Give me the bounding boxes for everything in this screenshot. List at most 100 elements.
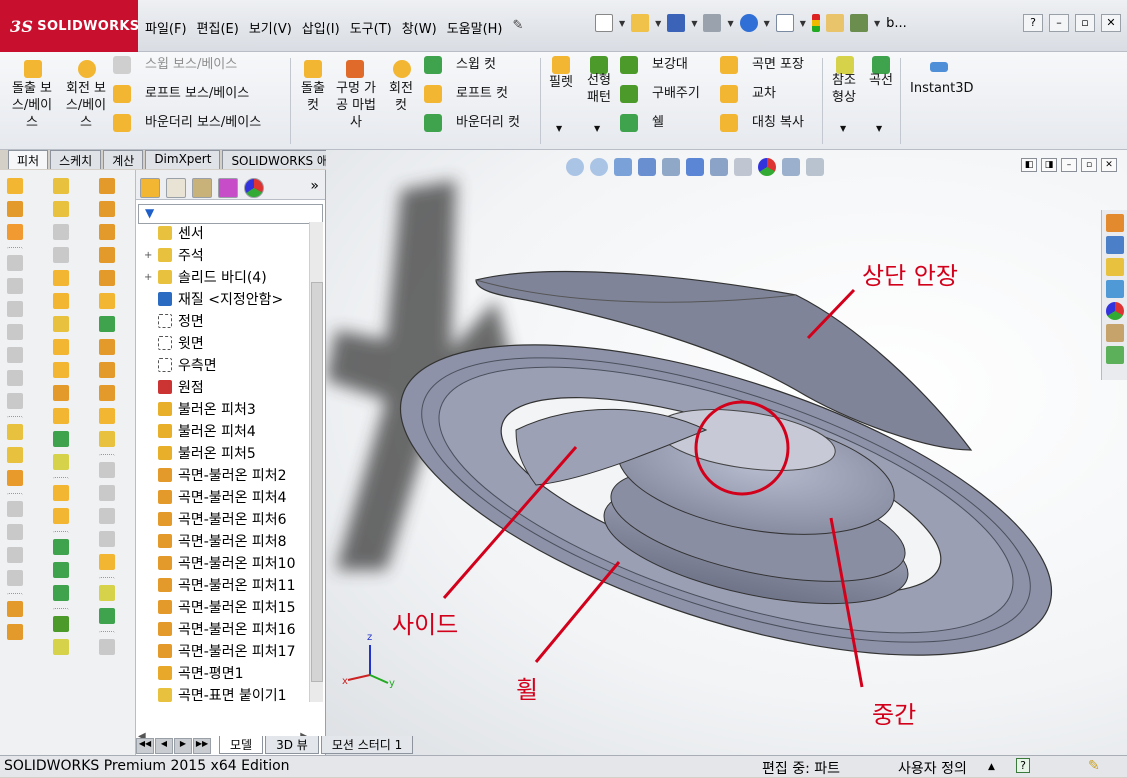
- tab-features[interactable]: 피처: [8, 150, 49, 169]
- tree-item[interactable]: + 솔리드 바디(4): [136, 266, 267, 288]
- undo-icon[interactable]: [739, 14, 758, 32]
- reference-point-icon[interactable]: [53, 639, 69, 655]
- zoom-to-fit-icon[interactable]: [566, 158, 584, 176]
- fillet-dropdown-icon[interactable]: ▼: [556, 120, 562, 137]
- refgeom-dropdown-icon[interactable]: ▼: [840, 120, 846, 137]
- tree-item[interactable]: + 주석: [136, 244, 204, 266]
- tree-item[interactable]: 곡면-표면 붙이기1: [136, 684, 287, 706]
- view-palette-icon[interactable]: [1106, 280, 1124, 298]
- knit-icon[interactable]: [53, 485, 69, 501]
- tree-item[interactable]: 재질 <지정안함>: [136, 288, 283, 310]
- pattern-icon[interactable]: [53, 616, 69, 632]
- tab-sketch[interactable]: 스케치: [50, 150, 102, 169]
- boundary-icon[interactable]: [7, 301, 23, 317]
- extruded-cut-button[interactable]: 돌출 컷: [296, 80, 330, 114]
- pin-icon[interactable]: ✎: [1088, 758, 1100, 774]
- menu-tools[interactable]: 도구(T): [345, 14, 397, 41]
- draft-icon[interactable]: [7, 324, 23, 340]
- thicken-icon[interactable]: [53, 408, 69, 424]
- viewport-split-icon[interactable]: ◨: [1041, 158, 1057, 172]
- parting-icon[interactable]: [99, 201, 115, 217]
- box-icon[interactable]: [99, 639, 115, 655]
- tree-filter[interactable]: ▼: [138, 204, 323, 224]
- hole-wizard-button[interactable]: 구멍 가공 마법사: [333, 80, 379, 131]
- property-manager-tab-icon[interactable]: [166, 178, 186, 198]
- tree-item[interactable]: 곡면-불러온 피처2: [136, 464, 287, 486]
- gray-tool-icon[interactable]: [53, 224, 69, 240]
- expand-tree-icon[interactable]: »: [310, 178, 319, 194]
- print-icon[interactable]: [703, 14, 722, 32]
- close-icon[interactable]: ✕: [1101, 14, 1121, 32]
- appearances-icon[interactable]: [1106, 302, 1124, 320]
- dynamic-annotation-icon[interactable]: [662, 158, 680, 176]
- surface-extrude-icon[interactable]: [7, 424, 23, 440]
- shell-button[interactable]: 쉘: [652, 114, 664, 131]
- gray-tool-icon[interactable]: [99, 531, 115, 547]
- mirror-icon[interactable]: [53, 339, 69, 355]
- model-view[interactable]: [326, 150, 1127, 755]
- tab-motion-study[interactable]: 모션 스터디 1: [320, 736, 414, 754]
- rebuild-traffic-light-icon[interactable]: [811, 14, 820, 32]
- wrap-icon[interactable]: [7, 393, 23, 409]
- revolved-cut-button[interactable]: 회전 컷: [384, 80, 418, 114]
- tree-item[interactable]: 윗면: [136, 332, 204, 354]
- curvature-icon[interactable]: [99, 316, 115, 332]
- design-library-icon[interactable]: [1106, 236, 1124, 254]
- split-icon[interactable]: [7, 547, 23, 563]
- mold-icon[interactable]: [99, 178, 115, 194]
- tree-item[interactable]: 곡면-불러온 피처16: [136, 618, 295, 640]
- viewport-close-icon[interactable]: ✕: [1101, 158, 1117, 172]
- tree-expand-icon[interactable]: +: [144, 272, 154, 283]
- extruded-boss-icon[interactable]: [7, 178, 23, 194]
- menu-help[interactable]: 도움말(H): [442, 14, 508, 41]
- freeform-icon[interactable]: [99, 408, 115, 424]
- print-dropdown-icon[interactable]: ▼: [727, 19, 733, 28]
- tree-item[interactable]: 곡면-불러온 피처15: [136, 596, 295, 618]
- surface-revolve-icon[interactable]: [7, 447, 23, 463]
- rib-button[interactable]: 보강대: [652, 56, 688, 73]
- solidworks-resources-icon[interactable]: [1106, 214, 1124, 232]
- save-icon[interactable]: [667, 14, 686, 32]
- instant3d-button[interactable]: Instant3D: [910, 80, 974, 97]
- tree-item[interactable]: 우측면: [136, 354, 217, 376]
- rib-icon[interactable]: [7, 347, 23, 363]
- tree-item[interactable]: 곡면-불러온 피처11: [136, 574, 295, 596]
- tree-item[interactable]: 불러온 피처4: [136, 420, 256, 442]
- restore-icon[interactable]: ▫: [1075, 14, 1095, 32]
- units-dropdown-icon[interactable]: ▲: [988, 762, 995, 772]
- tree-expand-icon[interactable]: +: [144, 250, 154, 261]
- lofted-cut-button[interactable]: 로프트 컷: [456, 85, 508, 102]
- open-folder-icon[interactable]: [631, 14, 650, 32]
- apply-scene-icon[interactable]: [782, 158, 800, 176]
- draft-analysis-icon[interactable]: [99, 270, 115, 286]
- menu-view[interactable]: 보기(V): [244, 14, 297, 41]
- select-arrow-icon[interactable]: [775, 14, 794, 32]
- revolved-boss-button[interactable]: 회전 보스/베이스: [62, 80, 110, 131]
- edit-appearance-icon[interactable]: [758, 158, 776, 176]
- minimize-icon[interactable]: –: [1049, 14, 1069, 32]
- tree-item[interactable]: 곡면-불러온 피처10: [136, 552, 295, 574]
- dome-icon[interactable]: [7, 601, 23, 617]
- sketch-icon[interactable]: [53, 201, 69, 217]
- previous-view-icon[interactable]: [614, 158, 632, 176]
- file-explorer-icon[interactable]: [1106, 258, 1124, 276]
- surface-fill-icon[interactable]: [53, 362, 69, 378]
- next-tab-icon[interactable]: ▶: [174, 738, 192, 754]
- gray-tool-icon[interactable]: [99, 462, 115, 478]
- flex-icon[interactable]: [7, 624, 23, 640]
- graphics-area[interactable]: z x y 상단 안장 사이드 휠 중간 ◧ ◨ – ▫ ✕: [326, 150, 1127, 755]
- indent-icon[interactable]: [99, 362, 115, 378]
- hide-show-items-icon[interactable]: [734, 158, 752, 176]
- split-line-icon[interactable]: [99, 224, 115, 240]
- move-face-icon[interactable]: [53, 385, 69, 401]
- surface-sweep-icon[interactable]: [7, 470, 23, 486]
- open-dropdown-icon[interactable]: ▼: [655, 19, 661, 28]
- menu-window[interactable]: 창(W): [397, 14, 442, 41]
- tree-item[interactable]: 곡면-불러온 피처17: [136, 640, 295, 662]
- trim-icon[interactable]: [53, 562, 69, 578]
- reference-plane-icon[interactable]: [99, 585, 115, 601]
- plane-icon[interactable]: [53, 431, 69, 447]
- combine-icon[interactable]: [99, 339, 115, 355]
- cavity-icon[interactable]: [99, 293, 115, 309]
- view-settings-icon[interactable]: [806, 158, 824, 176]
